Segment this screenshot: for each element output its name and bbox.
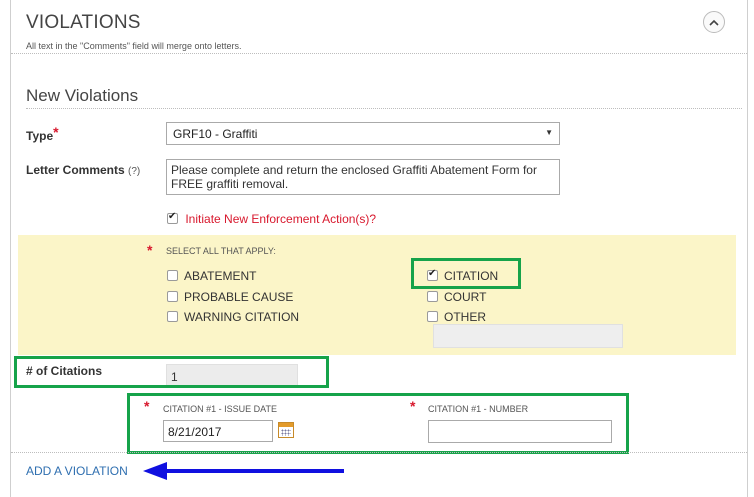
- initiate-enforcement-label[interactable]: Initiate New Enforcement Action(s)?: [185, 212, 376, 226]
- chevron-up-icon: [709, 19, 719, 26]
- option-label: WARNING CITATION: [184, 309, 300, 324]
- divider: [26, 108, 742, 109]
- required-marker: *: [53, 124, 59, 140]
- add-violation-link[interactable]: ADD A VIOLATION: [26, 464, 128, 478]
- warning-citation-checkbox[interactable]: [167, 311, 178, 323]
- option-label: OTHER: [444, 309, 486, 324]
- other-checkbox[interactable]: [427, 311, 438, 323]
- required-marker: *: [147, 242, 153, 258]
- initiate-enforcement-checkbox[interactable]: [167, 211, 178, 225]
- citation-highlight-box: [411, 258, 521, 289]
- type-select-value: GRF10 - Graffiti: [173, 127, 258, 141]
- option-court[interactable]: COURT: [427, 289, 486, 304]
- section-note: All text in the "Comments" field will me…: [26, 41, 242, 51]
- divider: [11, 53, 747, 54]
- subsection-title: New Violations: [26, 86, 139, 105]
- option-label: COURT: [444, 289, 487, 304]
- help-icon[interactable]: (?): [128, 166, 140, 177]
- panel-right-border: [747, 0, 748, 497]
- arrow-left-icon: [143, 462, 344, 480]
- type-label: Type*: [26, 124, 59, 143]
- num-citations-highlight-box: [14, 356, 329, 388]
- select-all-caption: SELECT ALL THAT APPLY:: [166, 246, 276, 256]
- option-abatement[interactable]: ABATEMENT: [167, 268, 256, 283]
- panel-left-border: [10, 0, 11, 497]
- type-label-text: Type: [26, 129, 54, 143]
- violations-panel: VIOLATIONS All text in the "Comments" fi…: [0, 0, 754, 497]
- letter-comments-label-text: Letter Comments: [26, 163, 125, 177]
- type-select[interactable]: GRF10 - Graffiti ▼: [166, 122, 560, 145]
- option-label: PROBABLE CAUSE: [184, 289, 294, 304]
- collapse-button[interactable]: [703, 11, 725, 33]
- initiate-enforcement-row: Initiate New Enforcement Action(s)?: [167, 211, 376, 226]
- other-text-input[interactable]: [433, 324, 623, 348]
- divider: [11, 452, 747, 453]
- dropdown-arrow-icon: ▼: [545, 128, 553, 137]
- option-label: ABATEMENT: [184, 268, 257, 283]
- citation-details-highlight-box: [127, 393, 629, 454]
- option-probable-cause[interactable]: PROBABLE CAUSE: [167, 289, 293, 304]
- letter-comments-label: Letter Comments (?): [26, 163, 140, 177]
- section-title: VIOLATIONS: [26, 12, 141, 33]
- probable-cause-checkbox[interactable]: [167, 291, 178, 303]
- option-warning-citation[interactable]: WARNING CITATION: [167, 309, 299, 324]
- option-other[interactable]: OTHER: [427, 309, 486, 324]
- letter-comments-textarea[interactable]: Please complete and return the enclosed …: [166, 159, 560, 195]
- court-checkbox[interactable]: [427, 291, 438, 303]
- abatement-checkbox[interactable]: [167, 270, 178, 282]
- enforcement-actions-panel: [18, 235, 736, 355]
